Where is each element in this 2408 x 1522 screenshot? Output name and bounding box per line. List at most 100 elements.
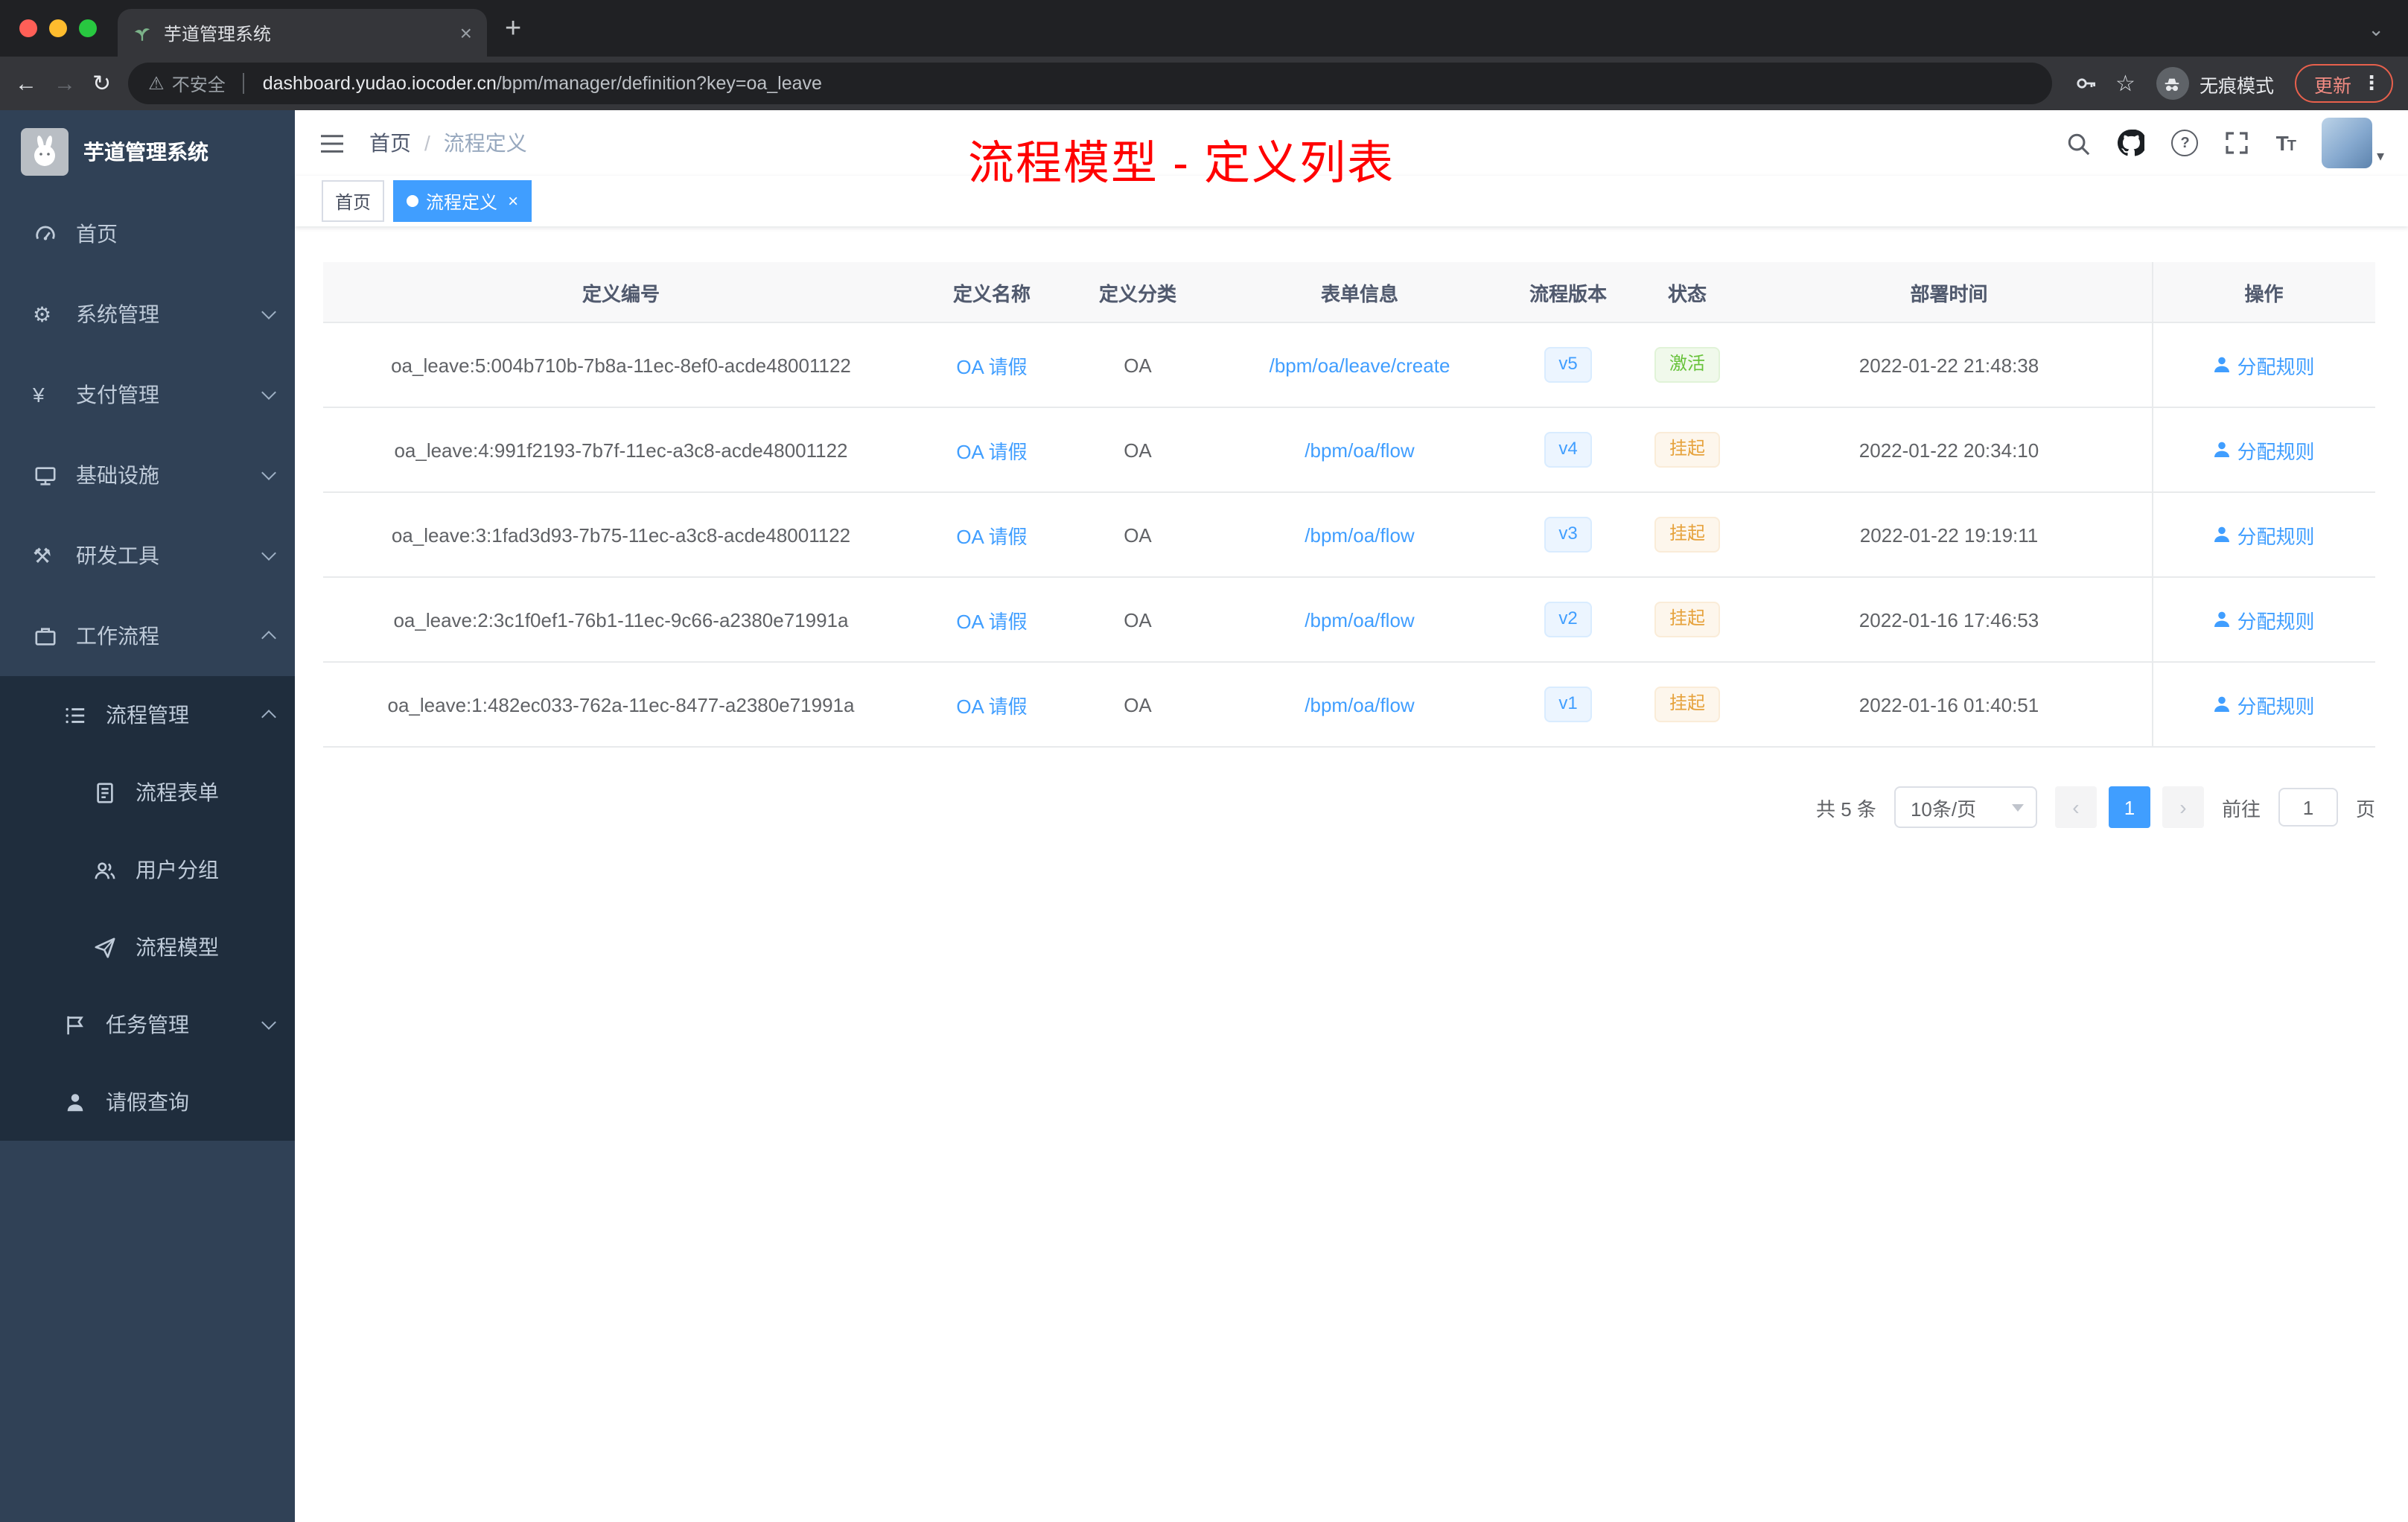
fullscreen-icon[interactable] bbox=[2226, 131, 2249, 155]
user-menu[interactable]: ▾ bbox=[2321, 118, 2384, 168]
version-tag: v3 bbox=[1544, 517, 1593, 553]
sidebar-item-process-management[interactable]: 流程管理 bbox=[0, 676, 295, 754]
prev-page-button[interactable]: ‹ bbox=[2054, 786, 2097, 828]
reload-button[interactable]: ↻ bbox=[92, 70, 111, 97]
sidebar-item-label: 首页 bbox=[76, 222, 118, 246]
table-row: oa_leave:5:004b710b-7b8a-11ec-8ef0-acde4… bbox=[323, 322, 2375, 408]
goto-page-input[interactable] bbox=[2278, 788, 2338, 827]
operation-cell: 分配规则 bbox=[2151, 322, 2375, 408]
logo-image bbox=[21, 128, 69, 176]
form-link[interactable]: /bpm/oa/flow bbox=[1305, 523, 1414, 546]
sidebar-item-label: 研发工具 bbox=[76, 544, 159, 567]
sidebar-item-home[interactable]: 首页 bbox=[0, 194, 295, 274]
user-icon bbox=[2213, 526, 2231, 544]
hamburger-icon[interactable] bbox=[319, 132, 345, 154]
forward-button[interactable]: → bbox=[54, 71, 76, 96]
definition-name-link[interactable]: OA 请假 bbox=[956, 695, 1027, 717]
assign-rule-link[interactable]: 分配规则 bbox=[2213, 690, 2315, 719]
tag-close-icon[interactable]: × bbox=[508, 191, 518, 211]
sidebar-item-infrastructure[interactable]: 基础设施 bbox=[0, 435, 295, 515]
logo[interactable]: 芋道管理系统 bbox=[0, 110, 295, 194]
definition-category-cell: OA bbox=[1065, 662, 1211, 748]
definition-id-cell: oa_leave:4:991f2193-7b7f-11ec-a3c8-acde4… bbox=[323, 407, 919, 493]
column-header: 定义编号 bbox=[323, 262, 919, 323]
sidebar-item-process-model[interactable]: 流程模型 bbox=[0, 908, 295, 986]
bookmark-star-icon[interactable]: ☆ bbox=[2115, 70, 2135, 97]
browser-tab[interactable]: 芋道管理系统 × bbox=[118, 9, 487, 57]
definition-name-cell: OA 请假 bbox=[919, 662, 1065, 748]
form-link[interactable]: /bpm/oa/flow bbox=[1305, 693, 1414, 716]
back-button[interactable]: ← bbox=[15, 71, 37, 96]
assign-rule-link[interactable]: 分配规则 bbox=[2213, 520, 2315, 549]
tab-close-icon[interactable]: × bbox=[460, 21, 472, 45]
omnibox-divider bbox=[243, 73, 245, 94]
goto-label: 前往 bbox=[2221, 797, 2261, 820]
definition-name-link[interactable]: OA 请假 bbox=[956, 440, 1027, 462]
definition-name-link[interactable]: OA 请假 bbox=[956, 525, 1027, 547]
definition-id-cell: oa_leave:3:1fad3d93-7b75-11ec-a3c8-acde4… bbox=[323, 492, 919, 578]
form-info-cell: /bpm/oa/flow bbox=[1211, 407, 1509, 493]
deploy-time-cell: 2022-01-22 21:48:38 bbox=[1747, 322, 2152, 408]
close-window-button[interactable] bbox=[19, 19, 37, 37]
minimize-window-button[interactable] bbox=[49, 19, 67, 37]
sidebar-item-task-management[interactable]: 任务管理 bbox=[0, 986, 295, 1063]
chrome-update-button[interactable]: 更新 ⋮ bbox=[2294, 64, 2393, 103]
pagination: 共 5 条 10条/页 ‹ 1 › 前往 页 bbox=[323, 786, 2375, 828]
help-icon[interactable]: ? bbox=[2171, 130, 2199, 156]
tag-process-definition[interactable]: 流程定义 × bbox=[393, 180, 532, 222]
search-icon[interactable] bbox=[2066, 130, 2092, 156]
status-tag: 挂起 bbox=[1654, 432, 1720, 468]
sidebar-item-dev-tools[interactable]: ⚒ 研发工具 bbox=[0, 515, 295, 596]
process-version-cell: v5 bbox=[1509, 322, 1628, 408]
tag-home[interactable]: 首页 bbox=[322, 180, 385, 222]
table-body: oa_leave:5:004b710b-7b8a-11ec-8ef0-acde4… bbox=[323, 322, 2375, 748]
definition-name-link[interactable]: OA 请假 bbox=[956, 355, 1027, 378]
column-header: 部署时间 bbox=[1747, 262, 2152, 323]
key-icon[interactable] bbox=[2074, 71, 2098, 95]
caret-down-icon: ▾ bbox=[2376, 149, 2384, 165]
monitor-icon bbox=[33, 464, 57, 486]
screen: 芋道管理系统 × + ⌄ ← → ↻ ⚠ 不安全 dashboard.yudao… bbox=[0, 0, 2408, 1522]
form-link[interactable]: /bpm/oa/flow bbox=[1305, 439, 1414, 461]
navbar-right: ? TT ▾ bbox=[2066, 118, 2384, 168]
url-domain: dashboard.yudao.iocoder.cn bbox=[262, 73, 497, 94]
definition-name-link[interactable]: OA 请假 bbox=[956, 610, 1027, 632]
sidebar-item-system-management[interactable]: ⚙ 系统管理 bbox=[0, 274, 295, 354]
sidebar-item-process-form[interactable]: 流程表单 bbox=[0, 754, 295, 831]
version-tag: v2 bbox=[1544, 602, 1593, 637]
sidebar-item-payment-management[interactable]: ¥ 支付管理 bbox=[0, 354, 295, 435]
sidebar-item-label: 基础设施 bbox=[76, 463, 159, 487]
form-link[interactable]: /bpm/oa/leave/create bbox=[1270, 354, 1450, 376]
tag-active-dot bbox=[407, 195, 419, 207]
definition-category-cell: OA bbox=[1065, 577, 1211, 663]
process-version-cell: v1 bbox=[1509, 662, 1628, 748]
incognito-icon bbox=[2156, 67, 2189, 100]
sidebar-item-leave-query[interactable]: 请假查询 bbox=[0, 1063, 295, 1141]
assign-rule-link[interactable]: 分配规则 bbox=[2213, 351, 2315, 379]
form-info-cell: /bpm/oa/flow bbox=[1211, 662, 1509, 748]
chevron-down-icon bbox=[261, 305, 276, 319]
assign-rule-link[interactable]: 分配规则 bbox=[2213, 605, 2315, 634]
page-number-button[interactable]: 1 bbox=[2108, 786, 2150, 828]
definition-category-cell: OA bbox=[1065, 322, 1211, 408]
tab-favicon bbox=[133, 23, 152, 42]
assign-rule-link[interactable]: 分配规则 bbox=[2213, 436, 2315, 464]
process-version-cell: v4 bbox=[1509, 407, 1628, 493]
sidebar-item-user-group[interactable]: 用户分组 bbox=[0, 831, 295, 908]
address-bar[interactable]: ⚠ 不安全 dashboard.yudao.iocoder.cn/bpm/man… bbox=[127, 63, 2052, 104]
tab-search-chevron-icon[interactable]: ⌄ bbox=[2368, 18, 2384, 42]
form-link[interactable]: /bpm/oa/flow bbox=[1305, 608, 1414, 631]
zoom-window-button[interactable] bbox=[79, 19, 97, 37]
more-menu-icon[interactable]: ⋮ bbox=[2362, 71, 2381, 95]
next-page-button[interactable]: › bbox=[2162, 786, 2204, 828]
breadcrumb-separator: / bbox=[424, 131, 430, 155]
sidebar-item-workflow[interactable]: 工作流程 bbox=[0, 596, 295, 676]
page-size-select[interactable]: 10条/页 bbox=[1893, 786, 2037, 828]
breadcrumb-home[interactable]: 首页 bbox=[369, 128, 411, 158]
new-tab-button[interactable]: + bbox=[505, 13, 521, 46]
annotation-text: 流程模型 - 定义列表 bbox=[968, 137, 1395, 189]
github-icon[interactable] bbox=[2118, 130, 2145, 156]
definition-name-cell: OA 请假 bbox=[919, 577, 1065, 663]
avatar[interactable] bbox=[2321, 118, 2372, 168]
font-size-icon[interactable]: TT bbox=[2276, 131, 2296, 155]
